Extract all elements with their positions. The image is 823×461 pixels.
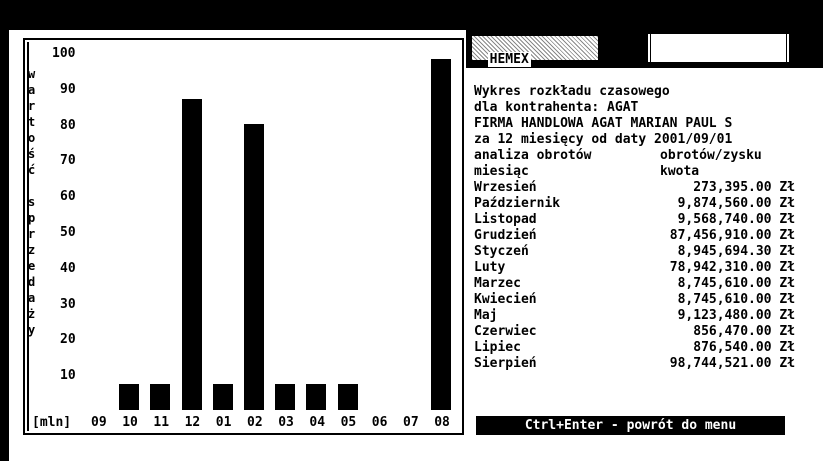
client-line: dla kontrahenta: AGAT: [474, 100, 639, 115]
column-header-month: miesiąc: [474, 164, 529, 179]
row-amount: 8,945,694.30 Zł: [677, 244, 795, 259]
bar-05: [337, 384, 358, 410]
y-label-letter: y: [28, 323, 36, 337]
bar-02: [244, 123, 264, 410]
y-tick-label: 80: [60, 117, 76, 133]
bar-10: [119, 384, 140, 410]
x-tick-label: 09: [91, 415, 107, 430]
bar-08: [431, 59, 452, 410]
column-header-amount: kwota: [660, 164, 700, 179]
column-header-2: obrotów/zysku: [660, 148, 762, 163]
y-label-letter: d: [28, 275, 36, 289]
bar-11: [150, 384, 171, 410]
y-label-letter: t: [28, 115, 36, 129]
clock-box: 10:28:52: [647, 34, 790, 77]
panel-title: Wykres rozkładu czasowego: [474, 84, 670, 99]
y-label-letter: z: [28, 243, 36, 257]
x-tick-label: 03: [278, 415, 294, 430]
y-tick-label: 70: [60, 153, 76, 169]
x-tick-label: 05: [340, 415, 357, 430]
row-month: Październik: [474, 196, 561, 211]
x-tick-label: 06: [371, 415, 388, 430]
row-amount: 9,123,480.00 Zł: [677, 308, 795, 323]
row-month: Czerwiec: [474, 324, 537, 339]
footer-hint[interactable]: Ctrl+Enter - powrót do menu: [476, 416, 785, 435]
y-label-letter: r: [28, 227, 36, 241]
row-amount: 98,744,521.00 Zł: [669, 356, 795, 371]
x-tick-label: 02: [247, 415, 263, 430]
y-label-letter: o: [28, 131, 36, 145]
y-tick-label: 90: [60, 81, 76, 97]
info-panel: Wykres rozkładu czasowego dla kontrahent…: [470, 68, 823, 435]
row-month: Styczeń: [474, 244, 529, 259]
row-month: Grudzień: [474, 228, 537, 243]
y-tick-label: 30: [60, 296, 76, 312]
x-tick-label: 01: [215, 415, 232, 430]
y-tick-label: 40: [60, 260, 76, 276]
row-month: Luty: [474, 260, 506, 275]
row-amount: 9,874,560.00 Zł: [677, 196, 795, 211]
y-label-letter: ś: [28, 147, 36, 161]
app-title: HEMEX: [487, 52, 531, 67]
row-month: Marzec: [474, 276, 521, 291]
y-tick-label: 60: [60, 189, 76, 205]
y-label-letter: ć: [28, 163, 36, 177]
row-amount: 8,745,610.00 Zł: [677, 292, 795, 307]
row-month: Sierpień: [474, 356, 537, 371]
y-tick-label: 50: [60, 225, 76, 240]
unit-label: [mln]: [32, 415, 72, 430]
row-month: Kwiecień: [474, 292, 537, 307]
period-line: za 12 miesięcy od daty 2001/09/01: [474, 132, 733, 147]
row-amount: 87,456,910.00 Zł: [669, 228, 795, 243]
row-amount: 273,395.00 Zł: [693, 180, 795, 195]
row-amount: 9,568,740.00 Zł: [677, 212, 795, 227]
company-name: FIRMA HANDLOWA AGAT MARIAN PAUL S: [474, 116, 733, 131]
row-month: Maj: [474, 308, 498, 323]
row-amount: 8,745,610.00 Zł: [677, 276, 795, 291]
row-amount: 78,942,310.00 Zł: [669, 260, 795, 275]
row-amount: 856,470.00 Zł: [693, 324, 795, 339]
y-label-letter: ż: [28, 307, 36, 321]
bar-12: [181, 98, 202, 410]
column-header-1: analiza obrotów: [474, 148, 592, 163]
x-tick-label: 12: [184, 415, 201, 430]
x-tick-label: 11: [153, 415, 170, 430]
y-label-letter: p: [28, 211, 36, 225]
x-tick-label: 07: [403, 415, 419, 430]
x-tick-label: 04: [309, 415, 326, 430]
x-tick-label: 10: [122, 415, 138, 430]
x-tick-label: 08: [434, 415, 450, 430]
y-label-letter: e: [28, 259, 36, 273]
row-month: Wrzesień: [474, 180, 537, 195]
row-month: Lipiec: [474, 340, 521, 355]
y-tick-label: 20: [60, 332, 76, 348]
row-month: Listopad: [474, 212, 537, 227]
row-amount: 876,540.00 Zł: [693, 340, 795, 355]
y-label-letter: r: [28, 99, 36, 113]
app-title-box: HEMEX: [470, 34, 600, 67]
y-tick-label: 10: [60, 368, 76, 384]
y-label-letter: s: [28, 195, 36, 209]
y-label-letter: a: [28, 291, 36, 305]
bar-chart: w a r t o ś ć s p r z e d a ż y 100 90 80 70 60 50 40 30 20 10 [ml…: [0, 0, 470, 461]
y-tick-label: 100: [52, 46, 76, 61]
bar-01: [212, 384, 233, 410]
y-label-letter: w: [28, 67, 36, 81]
y-label-letter: a: [28, 83, 36, 97]
bar-03: [275, 384, 296, 410]
bar-04: [306, 384, 327, 410]
